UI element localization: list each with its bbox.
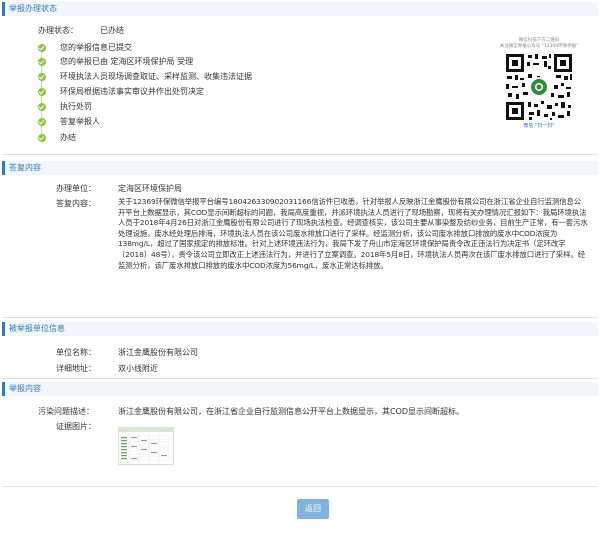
back-button[interactable]: 返回 (297, 499, 329, 519)
section-divider (2, 317, 598, 318)
check-icon (38, 103, 46, 111)
section-header-report: 举报内容 (2, 382, 598, 396)
check-icon (38, 44, 46, 52)
section-header-reply: 答复内容 (2, 161, 598, 175)
timeline-step: 环保局根据违法事实审议并作出处罚决定 (38, 86, 298, 99)
reply-content-label: 答复内容： (56, 199, 96, 208)
section-header-status: 举报办理状态 (2, 2, 598, 16)
section-divider (2, 486, 598, 487)
qr-code-image (504, 52, 574, 122)
handling-unit-value: 定海区环境保护局 (118, 184, 182, 193)
section-header-reported-unit: 被举报单位信息 (2, 322, 598, 336)
address-value: 双小线附近 (118, 364, 158, 373)
timeline-step-label: 您的举报信息已提交 (60, 43, 132, 52)
timeline-step: 您的举报已由 定海区环境保护局 受理 (38, 56, 298, 69)
problem-description-label: 污染问题描述： (38, 407, 94, 416)
evidence-photo-thumbnail[interactable] (118, 427, 174, 465)
check-icon (38, 58, 46, 66)
qr-code-panel: 微信扫描下方二维码 关注微信举报公众号 "12369环保举报" 微信 "扫一扫" (498, 38, 580, 136)
timeline-step: 环境执法人员现场调查取证、采样监测、收集违法证据 (38, 71, 298, 84)
address-label: 详细地址： (56, 364, 96, 373)
handling-unit-label: 办理单位： (56, 184, 96, 193)
status-label: 办理状态： (38, 26, 78, 35)
progress-timeline: 您的举报信息已提交 您的举报已由 定海区环境保护局 受理 环境执法人员现场调查取… (38, 42, 298, 146)
spreadsheet-image (119, 428, 173, 464)
timeline-step: 执行处罚 (38, 101, 298, 114)
timeline-step-label: 环保局根据违法事实审议并作出处罚决定 (60, 87, 204, 96)
unit-name-value: 浙江金鹰股份有限公司 (118, 348, 198, 357)
timeline-step: 您的举报信息已提交 (38, 42, 298, 55)
timeline-step-label: 环境执法人员现场调查取证、采样监测、收集违法证据 (60, 72, 252, 81)
timeline-step-label: 答复举报人 (60, 117, 100, 126)
qr-caption-line-2: 关注微信举报公众号 "12369环保举报" (499, 44, 579, 49)
check-icon (38, 118, 46, 126)
check-icon (38, 88, 46, 96)
timeline-step-label: 执行处罚 (60, 102, 92, 111)
timeline-step-label: 您的举报已由 定海区环境保护局 受理 (60, 57, 194, 66)
reply-content-text: 关于12369环保微信举报平台编号180426330902031166信访件已收… (118, 197, 588, 270)
evidence-photo-label: 证据图片： (56, 422, 96, 431)
qr-caption-bottom: 微信 "扫一扫" (523, 123, 555, 129)
unit-name-label: 单位名称： (56, 348, 96, 357)
timeline-step-label: 办结 (60, 133, 76, 142)
section-divider (2, 154, 598, 155)
section-divider (2, 378, 598, 379)
status-value: 已办结 (100, 26, 124, 35)
timeline-step: 办结 (38, 132, 298, 145)
check-icon (38, 73, 46, 81)
check-icon (38, 134, 46, 142)
timeline-step: 答复举报人 (38, 116, 298, 129)
problem-description-value: 浙江金鹰股份有限公司，在浙江省企业自行监测信息公开平台上数据显示，其COD显示间… (118, 407, 465, 416)
